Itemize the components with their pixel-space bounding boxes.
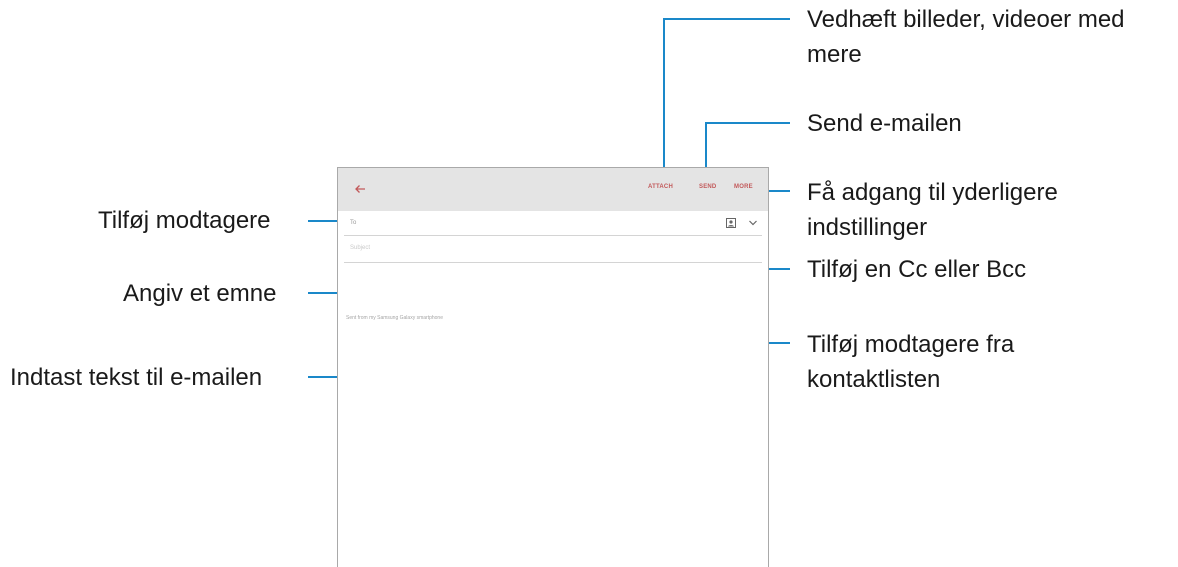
more-button[interactable]: MORE	[734, 184, 753, 190]
send-callout-label: Send e-mailen	[807, 110, 962, 137]
contact-card-icon[interactable]	[726, 218, 736, 228]
more-callout-label: Få adgang til yderligere indstillinger	[807, 179, 1058, 241]
to-field[interactable]: To	[350, 220, 356, 226]
subject-field[interactable]: Subject	[350, 245, 370, 251]
app-bar: ATTACH SEND MORE	[338, 168, 768, 211]
email-body-signature[interactable]: Sent from my Samsung Galaxy smartphone	[346, 315, 443, 321]
contacts-callout-label: Tilføj modtagere fra kontaktlisten	[807, 331, 1015, 393]
subject-callout-label: Angiv et emne	[123, 280, 277, 307]
send-button[interactable]: SEND	[699, 184, 716, 190]
cc-bcc-callout-label: Tilføj en Cc eller Bcc	[807, 256, 1027, 283]
chevron-down-icon[interactable]	[748, 219, 758, 227]
back-arrow-icon[interactable]	[352, 181, 368, 197]
subject-divider	[344, 262, 762, 263]
attach-callout-line	[663, 18, 790, 184]
email-compose-screen: ATTACH SEND MORE To Subject Sent from my…	[337, 167, 769, 567]
attach-callout-label: Vedhæft billeder, videoer med mere	[807, 6, 1125, 68]
attach-button[interactable]: ATTACH	[648, 184, 673, 190]
recipients-callout-label: Tilføj modtagere	[98, 207, 271, 234]
body-callout-label: Indtast tekst til e-mailen	[10, 364, 263, 391]
to-divider	[344, 235, 762, 236]
